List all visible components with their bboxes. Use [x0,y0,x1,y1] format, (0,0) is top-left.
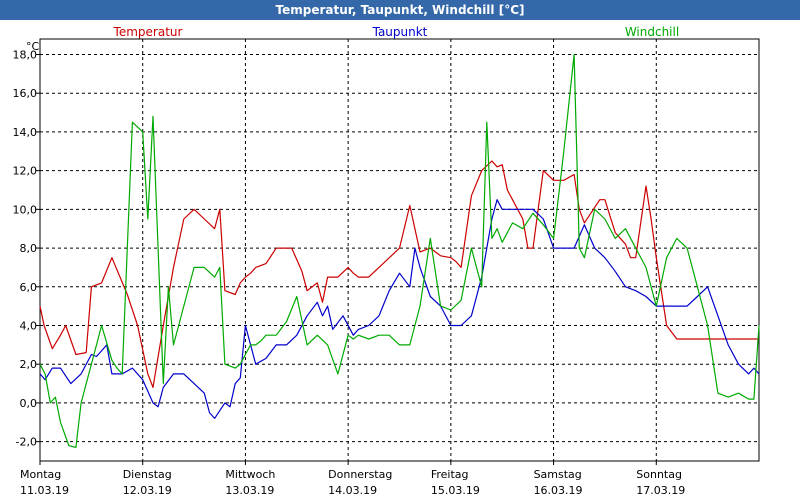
y-tick-label: 6,0 [20,281,38,294]
y-tick-label: 0,0 [20,397,38,410]
x-tick-day: Samstag [534,468,582,481]
y-tick-label: 14,0 [13,126,38,139]
legend-windchill: Windchill [625,25,679,39]
series-line-taupunkt [39,199,760,419]
x-tick-date: 11.03.19 [20,484,69,497]
series-line-windchill [39,53,760,448]
x-tick-date: 17.03.19 [636,484,685,497]
legend-temperatur: Temperatur [113,25,183,39]
legend-taupunkt: Taupunkt [372,25,428,39]
y-tick-label: 16,0 [13,87,38,100]
y-tick-label: 2,0 [20,358,38,371]
y-tick-label: 10,0 [13,203,38,216]
y-tick-label: 8,0 [20,242,38,255]
x-tick-date: 13.03.19 [225,484,274,497]
x-tick-day: Montag [20,468,61,481]
x-tick-date: 12.03.19 [123,484,172,497]
x-tick-day: Dienstag [123,468,172,481]
y-tick-label: -2,0 [16,436,37,449]
x-tick-day: Mittwoch [225,468,275,481]
x-tick-date: 14.03.19 [328,484,377,497]
window-title: Temperatur, Taupunkt, Windchill [°C] [0,0,800,20]
x-tick-date: 16.03.19 [534,484,583,497]
plot-frame [39,38,760,462]
y-tick-label: 4,0 [20,319,38,332]
temperature-chart: 18,016,014,012,010,08,06,04,02,00,0-2,0M… [13,25,760,497]
x-tick-day: Sonntag [636,468,682,481]
x-tick-day: Donnerstag [328,468,392,481]
x-tick-date: 15.03.19 [431,484,480,497]
x-tick-day: Freitag [431,468,469,481]
y-tick-label: 12,0 [13,165,38,178]
y-axis-unit: °C [26,40,40,53]
